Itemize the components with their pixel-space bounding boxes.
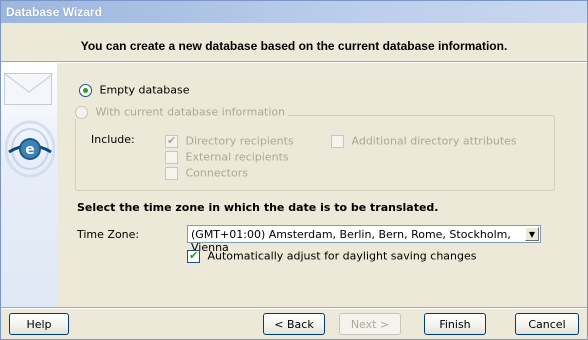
globe-logo-icon: e xyxy=(5,120,55,178)
header-text: You can create a new database based on t… xyxy=(80,39,508,53)
back-button[interactable]: < Back xyxy=(263,313,325,335)
footer-divider xyxy=(1,307,587,309)
empty-database-label: Empty database xyxy=(99,83,190,97)
current-db-groupbox xyxy=(75,115,555,191)
external-recipients-checkbox[interactable] xyxy=(165,150,178,164)
empty-database-radio[interactable] xyxy=(79,83,92,97)
database-wizard-window: Database Wizard You can create a new dat… xyxy=(0,0,588,340)
additional-attributes-option[interactable]: Additional directory attributes xyxy=(331,134,517,148)
next-button[interactable]: Next > xyxy=(339,313,401,335)
dst-checkbox[interactable] xyxy=(187,249,200,263)
directory-recipients-label: Directory recipients xyxy=(185,134,294,148)
left-graphic-panel: e xyxy=(1,63,57,307)
directory-recipients-checkbox[interactable] xyxy=(165,134,178,148)
additional-attributes-checkbox[interactable] xyxy=(331,134,344,148)
empty-database-option[interactable]: Empty database xyxy=(79,83,189,97)
external-recipients-label: External recipients xyxy=(185,150,289,164)
timezone-select[interactable]: (GMT+01:00) Amsterdam, Berlin, Bern, Rom… xyxy=(187,225,541,254)
dropdown-arrow-icon[interactable]: ▼ xyxy=(525,227,539,241)
header-area: You can create a new database based on t… xyxy=(1,23,587,61)
wizard-content: Empty database With current database inf… xyxy=(57,63,587,307)
include-label: Include: xyxy=(91,133,135,146)
svg-text:e: e xyxy=(25,142,35,158)
external-recipients-option[interactable]: External recipients xyxy=(165,150,289,164)
dst-label: Automatically adjust for daylight saving… xyxy=(207,249,477,263)
help-button[interactable]: Help xyxy=(9,313,69,335)
timezone-label: Time Zone: xyxy=(77,228,140,241)
envelope-icon xyxy=(4,73,54,105)
current-database-radio[interactable] xyxy=(75,105,88,119)
additional-attributes-label: Additional directory attributes xyxy=(351,134,517,148)
cancel-button[interactable]: Cancel xyxy=(515,313,579,335)
finish-button[interactable]: Finish xyxy=(424,313,486,335)
connectors-option[interactable]: Connectors xyxy=(165,166,248,180)
timezone-heading: Select the time zone in which the date i… xyxy=(77,201,439,214)
current-database-label: With current database information xyxy=(95,105,286,119)
directory-recipients-option[interactable]: Directory recipients xyxy=(165,134,294,148)
connectors-label: Connectors xyxy=(185,166,248,180)
current-database-option[interactable]: With current database information xyxy=(75,105,289,119)
dst-option[interactable]: Automatically adjust for daylight saving… xyxy=(187,249,477,263)
title-bar: Database Wizard xyxy=(1,1,587,23)
connectors-checkbox[interactable] xyxy=(165,166,178,180)
